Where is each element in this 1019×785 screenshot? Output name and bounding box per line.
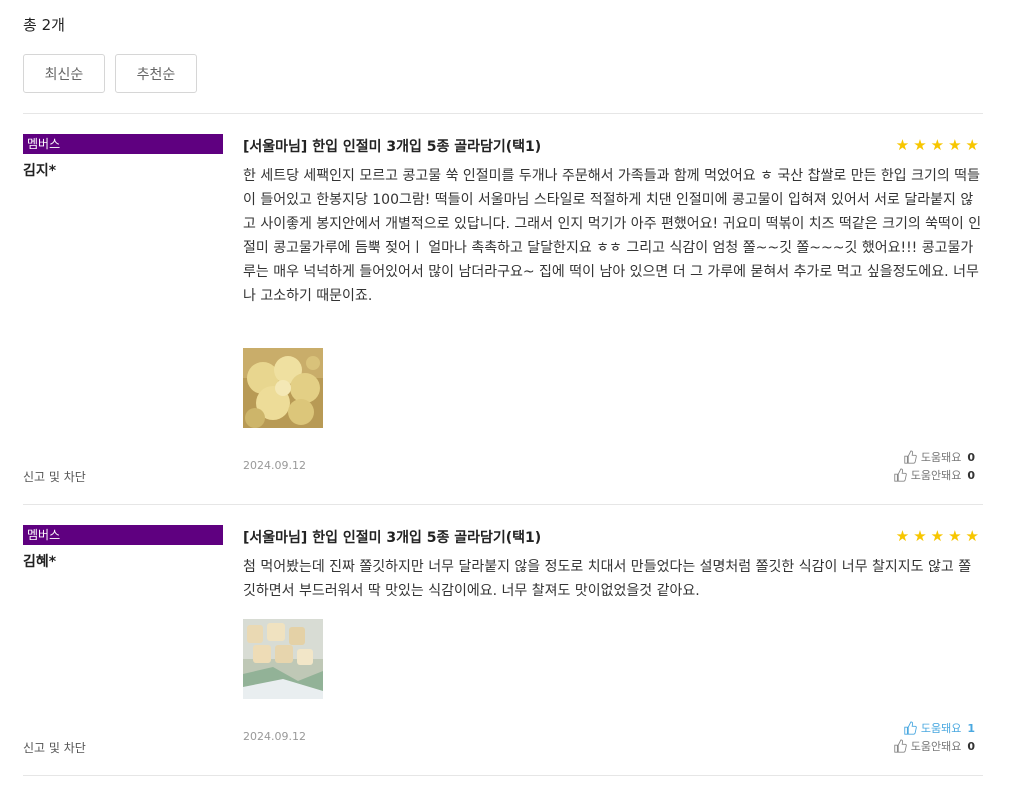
review-author: 김지* — [23, 163, 57, 179]
members-badge: 멤버스 — [23, 525, 223, 545]
not-helpful-count: 0 — [967, 468, 975, 482]
review-photo[interactable] — [243, 348, 323, 428]
review-item: 멤버스 김지* 신고 및 차단 [서울마님] 한입 인절미 3개입 5종 골라담… — [23, 134, 983, 494]
sort-bar: 최신순 추천순 — [23, 54, 197, 93]
helpful-count: 0 — [967, 450, 975, 464]
review-total-count: 총 2개 — [23, 16, 65, 34]
review-date: 2024.09.12 — [243, 459, 306, 472]
review-product-title: [서울마님] 한입 인절미 3개입 5종 골라담기(택1) — [243, 139, 542, 155]
report-block-link[interactable]: 신고 및 차단 — [23, 468, 86, 485]
review-product-title: [서울마님] 한입 인절미 3개입 5종 골라담기(택1) — [243, 530, 542, 546]
helpful-label: 도움돼요 — [920, 451, 962, 464]
helpful-button[interactable]: 도움돼요 1 — [903, 720, 975, 736]
review-text: 첨 먹어봤는데 진짜 쫄깃하지만 너무 달라붙지 않을 정도로 치대서 만들었다… — [243, 559, 972, 599]
not-helpful-button[interactable]: 도움안돼요 0 — [893, 738, 975, 754]
thumbs-up-icon — [894, 468, 907, 482]
sort-latest-button[interactable]: 최신순 — [23, 54, 105, 93]
not-helpful-count: 0 — [967, 739, 975, 753]
report-block-link[interactable]: 신고 및 차단 — [23, 739, 86, 756]
members-badge: 멤버스 — [23, 134, 223, 154]
thumbs-up-icon — [894, 739, 907, 753]
divider — [23, 113, 983, 114]
review-text: 한 세트당 세팩인지 모르고 콩고물 쑥 인절미를 두개나 주문해서 가족들과 … — [243, 168, 982, 304]
review-date: 2024.09.12 — [243, 730, 306, 743]
star-rating: ★★★★★ — [895, 527, 983, 545]
sort-recommended-button[interactable]: 추천순 — [115, 54, 197, 93]
helpful-count: 1 — [967, 721, 975, 735]
not-helpful-label: 도움안돼요 — [910, 469, 962, 482]
review-photo[interactable] — [243, 619, 323, 699]
thumbs-up-icon — [904, 450, 917, 464]
divider — [23, 504, 983, 505]
not-helpful-label: 도움안돼요 — [910, 740, 962, 753]
review-author: 김혜* — [23, 554, 57, 570]
not-helpful-button[interactable]: 도움안돼요 0 — [893, 467, 975, 483]
review-item: 멤버스 김혜* 신고 및 차단 [서울마님] 한입 인절미 3개입 5종 골라담… — [23, 525, 983, 765]
star-rating: ★★★★★ — [895, 136, 983, 154]
divider — [23, 775, 983, 776]
helpful-button[interactable]: 도움돼요 0 — [903, 449, 975, 465]
thumbs-up-icon — [904, 721, 917, 735]
helpful-label: 도움돼요 — [920, 722, 962, 735]
